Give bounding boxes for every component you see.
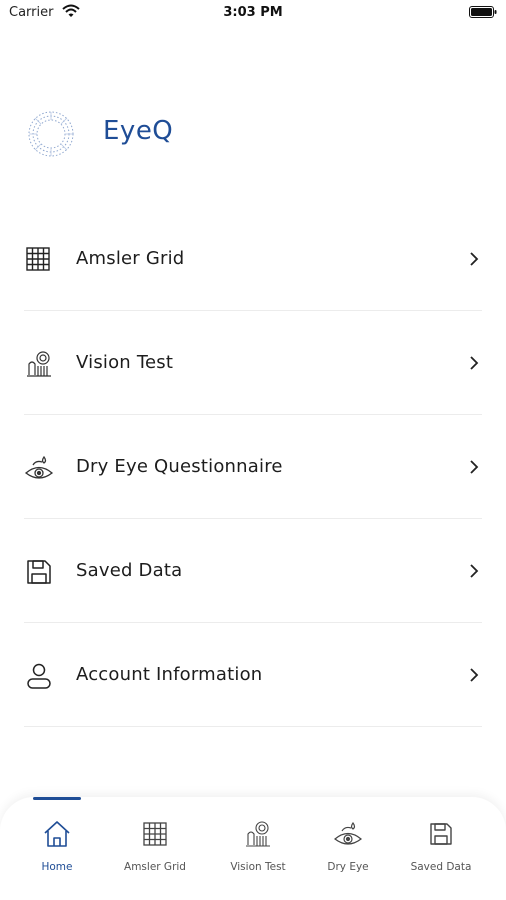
grid-icon bbox=[26, 247, 50, 271]
dry-eye-icon bbox=[334, 821, 362, 845]
menu-item-vision-test[interactable]: Vision Test bbox=[24, 311, 482, 415]
chevron-right-icon bbox=[470, 356, 479, 370]
tab-label: Saved Data bbox=[410, 861, 472, 873]
user-icon bbox=[27, 663, 51, 689]
menu-item-label: Dry Eye Questionnaire bbox=[76, 456, 283, 477]
battery-icon bbox=[469, 6, 497, 18]
bottom-tab-bar: Home Amsler Grid Vision Test Dry Eye Sav… bbox=[0, 797, 506, 900]
tab-label: Home bbox=[41, 861, 73, 873]
menu-item-label: Saved Data bbox=[76, 560, 183, 581]
menu-item-amsler-grid[interactable]: Amsler Grid bbox=[24, 207, 482, 311]
vision-test-icon bbox=[27, 351, 51, 377]
app-title: EyeQ bbox=[103, 116, 174, 146]
active-tab-indicator bbox=[33, 797, 81, 800]
menu-item-label: Amsler Grid bbox=[76, 248, 185, 269]
chevron-right-icon bbox=[470, 564, 479, 578]
tab-dry-eye[interactable]: Dry Eye bbox=[303, 819, 393, 881]
eye-logo-icon bbox=[28, 111, 74, 157]
tab-home[interactable]: Home bbox=[12, 819, 102, 881]
tab-saved-data[interactable]: Saved Data bbox=[396, 819, 486, 881]
chevron-right-icon bbox=[470, 460, 479, 474]
tab-label: Amsler Grid bbox=[124, 861, 186, 873]
home-icon bbox=[44, 821, 70, 847]
save-icon bbox=[27, 560, 51, 584]
menu-item-label: Account Information bbox=[76, 664, 263, 685]
grid-icon bbox=[143, 822, 167, 846]
status-time: 3:03 PM bbox=[223, 5, 283, 20]
status-bar: Carrier 3:03 PM bbox=[0, 0, 506, 26]
dry-eye-icon bbox=[24, 455, 54, 479]
menu-item-saved-data[interactable]: Saved Data bbox=[24, 519, 482, 623]
tab-vision-test[interactable]: Vision Test bbox=[213, 819, 303, 881]
chevron-right-icon bbox=[470, 252, 479, 266]
menu-item-account-information[interactable]: Account Information bbox=[24, 623, 482, 727]
menu-item-label: Vision Test bbox=[76, 352, 174, 373]
tab-label: Vision Test bbox=[230, 861, 286, 873]
main-menu: Amsler Grid Vision Test Dry Eye Question… bbox=[24, 207, 482, 727]
save-icon bbox=[430, 823, 452, 845]
vision-test-icon bbox=[246, 821, 270, 847]
tab-label: Dry Eye bbox=[327, 861, 369, 873]
tab-amsler-grid[interactable]: Amsler Grid bbox=[110, 819, 200, 881]
chevron-right-icon bbox=[470, 668, 479, 682]
menu-item-dry-eye-questionnaire[interactable]: Dry Eye Questionnaire bbox=[24, 415, 482, 519]
